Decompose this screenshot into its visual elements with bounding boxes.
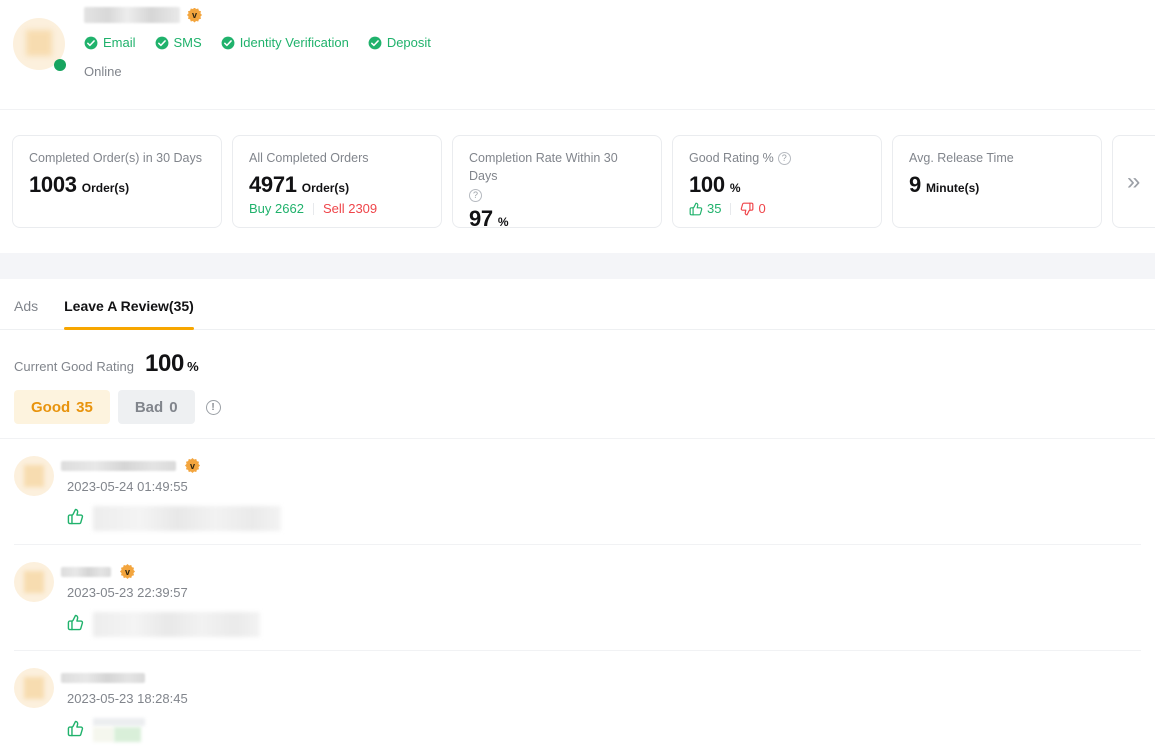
double-chevron-right-icon: » bbox=[1127, 170, 1138, 194]
online-status-dot bbox=[54, 59, 66, 71]
thumbs-down-icon bbox=[740, 202, 754, 216]
check-circle-icon bbox=[368, 36, 382, 50]
username-redacted bbox=[84, 7, 180, 23]
buy-count: Buy 2662 bbox=[249, 201, 304, 216]
help-icon[interactable]: ? bbox=[469, 189, 482, 202]
bad-filter-button[interactable]: Bad 0 bbox=[118, 390, 195, 424]
check-circle-icon bbox=[221, 36, 235, 50]
divider bbox=[730, 203, 731, 215]
username-row: v bbox=[84, 6, 431, 24]
avatar bbox=[14, 456, 54, 496]
good-filter-count: 35 bbox=[76, 399, 93, 416]
bad-filter-label: Bad bbox=[135, 399, 163, 416]
sell-count: Sell 2309 bbox=[323, 201, 377, 216]
tab-ads[interactable]: Ads bbox=[14, 279, 38, 329]
tab-leave-a-review[interactable]: Leave A Review(35) bbox=[64, 279, 194, 329]
review-text-redacted bbox=[93, 718, 145, 742]
stat-value: 100 bbox=[689, 172, 725, 198]
good-filter-button[interactable]: Good 35 bbox=[14, 390, 110, 424]
review-timestamp: 2023-05-24 01:49:55 bbox=[67, 479, 281, 494]
stat-label: All Completed Orders bbox=[249, 149, 369, 167]
review-timestamp: 2023-05-23 18:28:45 bbox=[67, 691, 188, 706]
stat-unit: Minute(s) bbox=[926, 181, 979, 195]
badge-label: Email bbox=[103, 35, 136, 50]
review-list: v 2023-05-24 01:49:55 v 2023-05-23 22:39… bbox=[0, 438, 1155, 747]
stat-card-good-rating: Good Rating % ? 100 % 35 0 bbox=[672, 135, 882, 228]
stat-card-all-completed: All Completed Orders 4971 Order(s) Buy 2… bbox=[232, 135, 442, 228]
current-rating-value: 100 bbox=[145, 350, 184, 378]
expand-stats-button[interactable]: » bbox=[1112, 135, 1155, 228]
avatar bbox=[14, 668, 54, 708]
profile-header: v Email SMS Identity Verification Depos bbox=[0, 0, 1155, 110]
badge-label: Deposit bbox=[387, 35, 431, 50]
thumbs-up-count: 35 bbox=[707, 201, 721, 216]
thumbs-down-count: 0 bbox=[758, 201, 765, 216]
stat-unit: Order(s) bbox=[82, 181, 129, 195]
stat-card-avg-release-time: Avg. Release Time 9 Minute(s) bbox=[892, 135, 1102, 228]
verified-badge-icon: v bbox=[187, 8, 202, 23]
stat-unit: % bbox=[498, 215, 509, 229]
stat-card-completed-30d: Completed Order(s) in 30 Days 1003 Order… bbox=[12, 135, 222, 228]
stat-value: 97 bbox=[469, 206, 493, 232]
username-redacted bbox=[61, 673, 145, 683]
review-text-redacted bbox=[93, 612, 260, 637]
avatar bbox=[13, 18, 65, 70]
stat-value: 4971 bbox=[249, 172, 297, 198]
section-divider-band bbox=[0, 253, 1155, 279]
badge-identity-verification: Identity Verification bbox=[221, 35, 349, 50]
stats-cards-row: Completed Order(s) in 30 Days 1003 Order… bbox=[0, 110, 1155, 253]
current-rating-line: Current Good Rating 100 % bbox=[0, 330, 1155, 378]
stat-value: 1003 bbox=[29, 172, 77, 198]
review-item: 2023-05-23 18:28:45 bbox=[14, 651, 1141, 747]
divider bbox=[313, 203, 314, 215]
review-text-redacted bbox=[93, 506, 281, 531]
username-redacted bbox=[61, 567, 111, 577]
review-filter-row: Good 35 Bad 0 ! bbox=[0, 378, 1155, 424]
current-rating-label: Current Good Rating bbox=[14, 359, 134, 374]
current-rating-unit: % bbox=[187, 359, 199, 374]
profile-info: v Email SMS Identity Verification Depos bbox=[84, 0, 431, 109]
badge-label: SMS bbox=[174, 35, 202, 50]
badge-label: Identity Verification bbox=[240, 35, 349, 50]
badge-sms: SMS bbox=[155, 35, 202, 50]
verification-badges: Email SMS Identity Verification Deposit bbox=[84, 35, 431, 50]
info-icon[interactable]: ! bbox=[206, 400, 221, 415]
review-item: v 2023-05-24 01:49:55 bbox=[14, 439, 1141, 545]
stat-unit: Order(s) bbox=[302, 181, 349, 195]
stat-value: 9 bbox=[909, 172, 921, 198]
merchant-profile-page: v Email SMS Identity Verification Depos bbox=[0, 0, 1155, 747]
review-timestamp: 2023-05-23 22:39:57 bbox=[67, 585, 260, 600]
online-status-label: Online bbox=[84, 64, 431, 79]
stat-label: Good Rating % bbox=[689, 149, 774, 167]
stat-unit: % bbox=[730, 181, 741, 195]
bad-filter-count: 0 bbox=[169, 399, 177, 416]
stat-card-completion-rate: Completion Rate Within 30 Days ? 97 % bbox=[452, 135, 662, 228]
thumbs-up-icon bbox=[67, 720, 84, 737]
stat-label: Completed Order(s) in 30 Days bbox=[29, 149, 202, 167]
badge-email: Email bbox=[84, 35, 136, 50]
verified-badge-icon: v bbox=[120, 564, 135, 579]
stat-label: Avg. Release Time bbox=[909, 149, 1014, 167]
verified-badge-icon: v bbox=[185, 458, 200, 473]
check-circle-icon bbox=[84, 36, 98, 50]
stat-label: Completion Rate Within 30 Days bbox=[469, 149, 634, 185]
check-circle-icon bbox=[155, 36, 169, 50]
thumbs-up-icon bbox=[67, 508, 84, 525]
avatar bbox=[14, 562, 54, 602]
thumbs-up-icon bbox=[67, 614, 84, 631]
review-item: v 2023-05-23 22:39:57 bbox=[14, 545, 1141, 651]
tab-bar: Ads Leave A Review(35) bbox=[0, 279, 1155, 330]
badge-deposit: Deposit bbox=[368, 35, 431, 50]
username-redacted bbox=[61, 461, 176, 471]
thumbs-up-icon bbox=[689, 202, 703, 216]
help-icon[interactable]: ? bbox=[778, 152, 791, 165]
good-filter-label: Good bbox=[31, 399, 70, 416]
